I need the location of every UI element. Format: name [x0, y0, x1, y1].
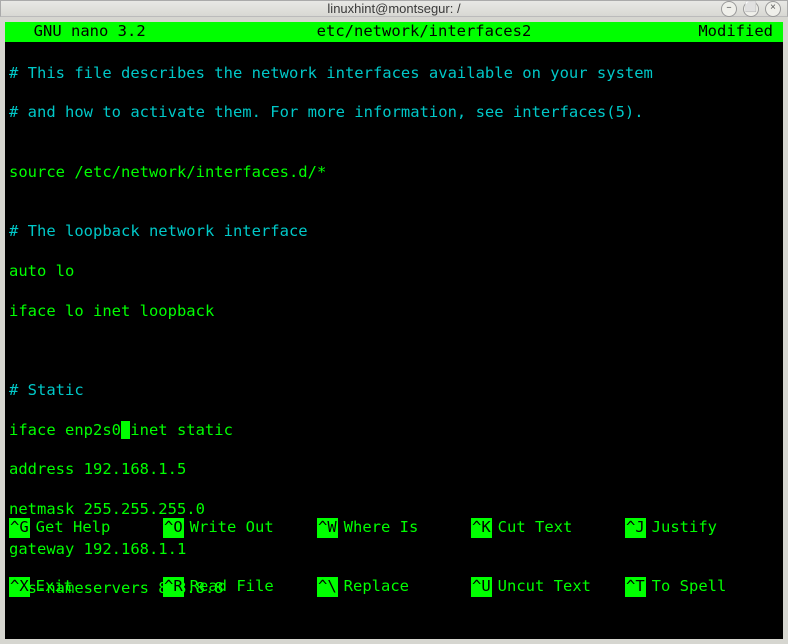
- shortcut-cut-text[interactable]: ^KCut Text: [471, 518, 625, 538]
- shortcut-replace[interactable]: ^\Replace: [317, 577, 471, 597]
- shortcut-exit[interactable]: ^XExit: [9, 577, 163, 597]
- editor-line-cursor: iface enp2s0inet static: [9, 421, 779, 441]
- nano-titlebar: GNU nano 3.2 etc/network/interfaces2 Mod…: [5, 22, 783, 42]
- shortcut-uncut-text[interactable]: ^UUncut Text: [471, 577, 625, 597]
- nano-version: GNU nano 3.2: [9, 22, 179, 42]
- window-title: linuxhint@montsegur: /: [1, 1, 787, 16]
- nano-shortcut-bar: ^GGet Help ^OWrite Out ^WWhere Is ^KCut …: [9, 478, 779, 637]
- shortcut-row-1: ^GGet Help ^OWrite Out ^WWhere Is ^KCut …: [9, 518, 779, 538]
- nano-filename: etc/network/interfaces2: [179, 22, 669, 42]
- editor-line: # and how to activate them. For more inf…: [9, 103, 779, 123]
- editor-line: iface lo inet loopback: [9, 302, 779, 322]
- terminal[interactable]: GNU nano 3.2 etc/network/interfaces2 Mod…: [5, 22, 783, 639]
- nano-status: Modified: [669, 22, 779, 42]
- shortcut-justify[interactable]: ^JJustify: [625, 518, 779, 538]
- close-button[interactable]: ×: [765, 1, 781, 17]
- terminal-container: GNU nano 3.2 etc/network/interfaces2 Mod…: [0, 17, 788, 644]
- editor-line: auto lo: [9, 262, 779, 282]
- window-titlebar: linuxhint@montsegur: / – ⬜ ×: [0, 0, 788, 17]
- editor-line: # The loopback network interface: [9, 222, 779, 242]
- shortcut-to-spell[interactable]: ^TTo Spell: [625, 577, 779, 597]
- shortcut-where-is[interactable]: ^WWhere Is: [317, 518, 471, 538]
- shortcut-read-file[interactable]: ^RRead File: [163, 577, 317, 597]
- window-buttons: – ⬜ ×: [721, 1, 781, 17]
- shortcut-get-help[interactable]: ^GGet Help: [9, 518, 163, 538]
- text-cursor: [121, 421, 130, 439]
- maximize-button[interactable]: ⬜: [743, 1, 759, 17]
- minimize-button[interactable]: –: [721, 1, 737, 17]
- shortcut-row-2: ^XExit ^RRead File ^\Replace ^UUncut Tex…: [9, 577, 779, 597]
- editor-line: source /etc/network/interfaces.d/*: [9, 163, 779, 183]
- editor-line: # Static: [9, 381, 779, 401]
- shortcut-write-out[interactable]: ^OWrite Out: [163, 518, 317, 538]
- editor-line: # This file describes the network interf…: [9, 64, 779, 84]
